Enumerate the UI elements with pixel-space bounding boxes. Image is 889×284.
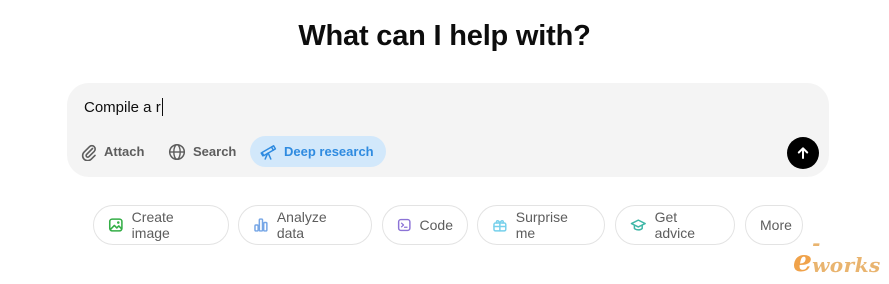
- code-label: Code: [419, 217, 453, 233]
- get-advice-chip[interactable]: Get advice: [615, 205, 735, 245]
- gift-icon: [493, 220, 507, 232]
- prompt-input[interactable]: Compile a r: [84, 98, 163, 116]
- text-caret: [161, 98, 163, 116]
- search-label: Search: [193, 144, 237, 159]
- search-button[interactable]: Search: [168, 136, 236, 167]
- send-button[interactable]: [787, 137, 819, 169]
- attach-label: Attach: [104, 144, 145, 159]
- surprise-me-label: Surprise me: [515, 209, 568, 241]
- deep-research-label: Deep research: [284, 144, 374, 159]
- attach-button[interactable]: Attach: [81, 136, 144, 167]
- prompt-composer: Compile a r Attach Search Deep research: [67, 83, 829, 177]
- prompt-text: Compile a r: [84, 98, 161, 116]
- suggestion-chips: Create image Analyze data Code Surprise …: [0, 205, 889, 247]
- bar-chart-icon: [254, 218, 268, 232]
- e-works-watermark: e -works: [793, 232, 889, 279]
- create-image-chip[interactable]: Create image: [93, 205, 229, 245]
- watermark-works: -works: [812, 231, 881, 277]
- globe-icon: [168, 143, 186, 160]
- graduation-cap-icon: [630, 219, 646, 231]
- deep-research-button[interactable]: Deep research: [250, 136, 386, 167]
- code-chip[interactable]: Code: [382, 205, 468, 245]
- analyze-data-chip[interactable]: Analyze data: [238, 205, 372, 245]
- get-advice-label: Get advice: [654, 209, 696, 241]
- terminal-icon: [397, 218, 411, 232]
- image-icon: [108, 218, 123, 232]
- analyze-data-label: Analyze data: [276, 209, 327, 241]
- more-label: More: [760, 217, 792, 233]
- create-image-label: Create image: [131, 209, 174, 241]
- page-title: What can I help with?: [298, 20, 591, 52]
- arrow-up-icon: [797, 147, 809, 159]
- paperclip-icon: [81, 144, 96, 161]
- telescope-icon: [260, 144, 277, 160]
- watermark-e: e: [793, 244, 813, 279]
- more-chip[interactable]: More: [745, 205, 803, 245]
- surprise-me-chip[interactable]: Surprise me: [477, 205, 605, 245]
